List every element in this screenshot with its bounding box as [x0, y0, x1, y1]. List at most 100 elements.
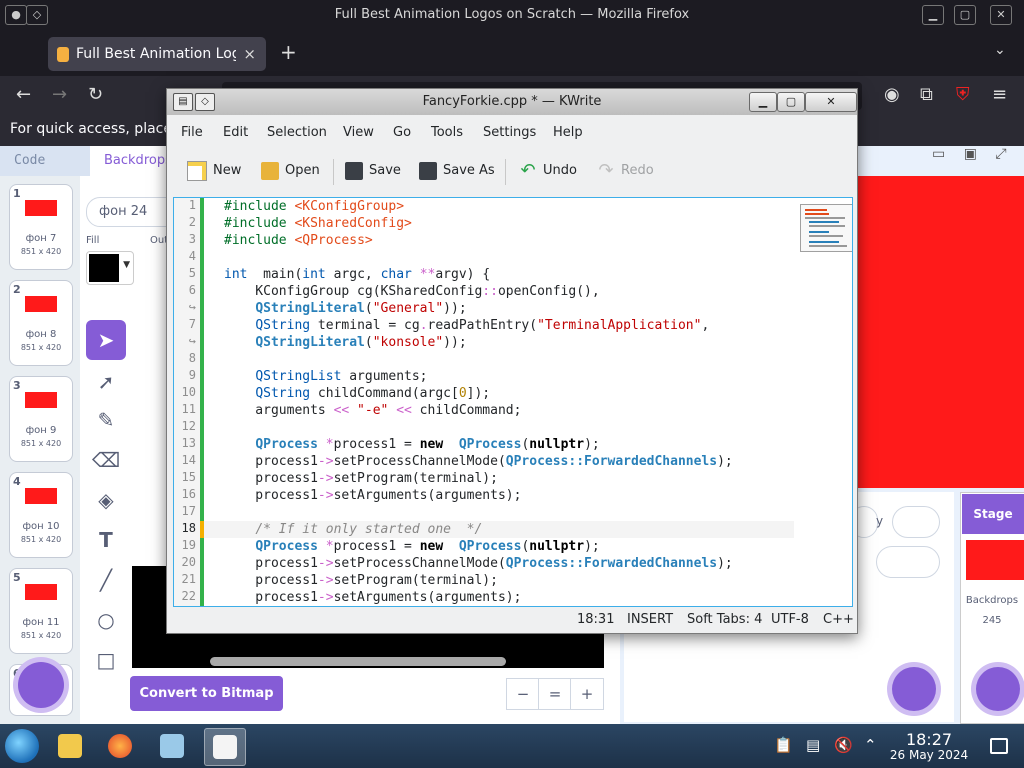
code-line[interactable]: process1->setArguments(arguments);: [224, 589, 521, 606]
canvas-scrollbar[interactable]: [210, 657, 506, 666]
taskbar-kwrite[interactable]: [204, 728, 246, 766]
reload-icon[interactable]: ↻: [88, 84, 103, 105]
taskbar-system-settings[interactable]: [152, 728, 192, 764]
cursor-position[interactable]: 18:31: [577, 612, 614, 627]
code-line[interactable]: arguments << "-e" << childCommand;: [224, 402, 521, 419]
kwrite-maximize-icon[interactable]: ▢: [777, 92, 805, 112]
kwrite-close-icon[interactable]: ✕: [805, 92, 857, 112]
menu-selection[interactable]: Selection: [267, 125, 327, 140]
minimize-icon[interactable]: ▁: [922, 5, 944, 25]
reshape-tool-icon[interactable]: ➚: [86, 362, 126, 402]
eraser-tool-icon[interactable]: ⌫: [86, 440, 126, 480]
menu-tools[interactable]: Tools: [431, 125, 463, 140]
text-tool-icon[interactable]: T: [86, 520, 126, 560]
tab-close-icon[interactable]: ×: [243, 45, 256, 63]
notes-icon[interactable]: ▤: [806, 736, 820, 754]
fill-color-picker[interactable]: ▼: [86, 251, 134, 285]
menu-edit[interactable]: Edit: [223, 125, 248, 140]
code-line[interactable]: #include <QProcess>: [224, 232, 373, 249]
zoom-out-button[interactable]: −: [506, 678, 540, 710]
fullscreen-icon[interactable]: ⤢: [995, 146, 1006, 162]
zoom-in-button[interactable]: +: [570, 678, 604, 710]
code-line[interactable]: process1->setProgram(terminal);: [224, 470, 498, 487]
list-tabs-chevron-icon[interactable]: ⌄: [994, 42, 1006, 58]
code-text[interactable]: #include <KConfigGroup> #include <KShared…: [224, 198, 792, 606]
start-menu-button[interactable]: [5, 729, 39, 763]
open-button[interactable]: Open: [261, 159, 320, 183]
indentation-mode[interactable]: Soft Tabs: 4: [687, 612, 762, 627]
code-line[interactable]: KConfigGroup cg(KSharedConfig::openConfi…: [224, 283, 599, 300]
menu-file[interactable]: File: [181, 125, 203, 140]
kwrite-titlebar[interactable]: ▤ ◇ FancyForkie.cpp * — KWrite ▁ ▢ ✕: [167, 89, 857, 115]
rectangle-tool-icon[interactable]: □: [86, 640, 126, 680]
add-sprite-button[interactable]: [892, 667, 936, 711]
select-tool-icon[interactable]: ➤: [86, 320, 126, 360]
input-mode[interactable]: INSERT: [627, 612, 673, 627]
code-line[interactable]: QProcess *process1 = new QProcess(nullpt…: [224, 538, 599, 555]
convert-to-bitmap-button[interactable]: Convert to Bitmap: [130, 676, 283, 711]
code-line[interactable]: QStringLiteral("konsole"));: [224, 334, 466, 351]
undo-button[interactable]: ↶ Undo: [519, 159, 577, 183]
encoding[interactable]: UTF-8: [771, 612, 809, 627]
stage-header[interactable]: Stage: [962, 494, 1024, 534]
stage-canvas[interactable]: [856, 176, 1024, 488]
add-backdrop-button[interactable]: [18, 662, 64, 708]
stage-thumbnail[interactable]: [966, 540, 1024, 580]
taskbar-file-manager[interactable]: [50, 728, 90, 764]
code-line[interactable]: /* If it only started one */: [224, 521, 482, 538]
menu-help[interactable]: Help: [553, 125, 583, 140]
direction-input[interactable]: [876, 546, 940, 578]
save-button[interactable]: Save: [345, 159, 401, 183]
ublock-icon[interactable]: ⛨: [956, 84, 970, 105]
backdrop-item[interactable]: 3 фон 9 851 x 420: [9, 376, 73, 462]
extensions-icon[interactable]: ⧉: [920, 84, 933, 105]
clock-date[interactable]: 26 May 2024: [884, 748, 974, 762]
account-icon[interactable]: ◉: [884, 84, 900, 105]
new-button[interactable]: New: [187, 159, 241, 183]
brush-tool-icon[interactable]: ✎: [86, 400, 126, 440]
add-stage-backdrop-button[interactable]: [976, 667, 1020, 711]
clipboard-icon[interactable]: 📋: [774, 736, 793, 754]
small-stage-icon[interactable]: ▭: [932, 146, 945, 162]
app-menu-icon[interactable]: ≡: [992, 84, 1007, 105]
redo-button[interactable]: ↷ Redo: [597, 159, 653, 183]
menu-go[interactable]: Go: [393, 125, 411, 140]
code-minimap[interactable]: [800, 204, 852, 252]
clock-time[interactable]: 18:27: [890, 730, 968, 749]
zoom-reset-button[interactable]: =: [538, 678, 572, 710]
code-line[interactable]: QStringList arguments;: [224, 368, 427, 385]
backdrop-item[interactable]: 1 фон 7 851 x 420: [9, 184, 73, 270]
circle-tool-icon[interactable]: ○: [86, 600, 126, 640]
code-line[interactable]: QStringLiteral("General"));: [224, 300, 466, 317]
code-line[interactable]: #include <KConfigGroup>: [224, 198, 404, 215]
code-editor[interactable]: 1 2 3 4 5 6 ↪ 7 ↪ 8 9 10 11 12 13 14 15 …: [173, 197, 853, 607]
backdrop-item[interactable]: 2 фон 8 851 x 420: [9, 280, 73, 366]
close-icon[interactable]: ✕: [990, 5, 1012, 25]
maximize-icon[interactable]: ▢: [954, 5, 976, 25]
code-line[interactable]: process1->setProcessChannelMode(QProcess…: [224, 453, 732, 470]
y-position-input[interactable]: [892, 506, 940, 538]
large-stage-icon[interactable]: ▣: [964, 146, 977, 162]
back-arrow-icon[interactable]: ←: [16, 84, 31, 105]
kwrite-minimize-icon[interactable]: ▁: [749, 92, 777, 112]
line-tool-icon[interactable]: ╱: [86, 560, 126, 600]
new-tab-button[interactable]: +: [280, 40, 297, 64]
code-line[interactable]: QString terminal = cg.readPathEntry("Ter…: [224, 317, 709, 334]
save-as-button[interactable]: Save As: [419, 159, 495, 183]
menu-view[interactable]: View: [343, 125, 374, 140]
taskbar-firefox[interactable]: [100, 728, 140, 764]
fill-tool-icon[interactable]: ◈: [86, 480, 126, 520]
tray-expand-icon[interactable]: ⌃: [864, 736, 877, 754]
code-line[interactable]: process1->setArguments(arguments);: [224, 487, 521, 504]
code-line[interactable]: int main(int argc, char **argv) {: [224, 266, 490, 283]
menu-settings[interactable]: Settings: [483, 125, 536, 140]
show-desktop-icon[interactable]: [990, 738, 1008, 754]
code-line[interactable]: process1->setProcessChannelMode(QProcess…: [224, 555, 732, 572]
backdrop-item[interactable]: 5 фон 11 851 x 420: [9, 568, 73, 654]
backdrop-item[interactable]: 4 фон 10 851 x 420: [9, 472, 73, 558]
volume-muted-icon[interactable]: 🔇: [834, 736, 853, 754]
syntax-language[interactable]: C++: [823, 612, 854, 627]
forward-arrow-icon[interactable]: →: [52, 84, 67, 105]
code-line[interactable]: QProcess *process1 = new QProcess(nullpt…: [224, 436, 599, 453]
code-line[interactable]: #include <KSharedConfig>: [224, 215, 412, 232]
